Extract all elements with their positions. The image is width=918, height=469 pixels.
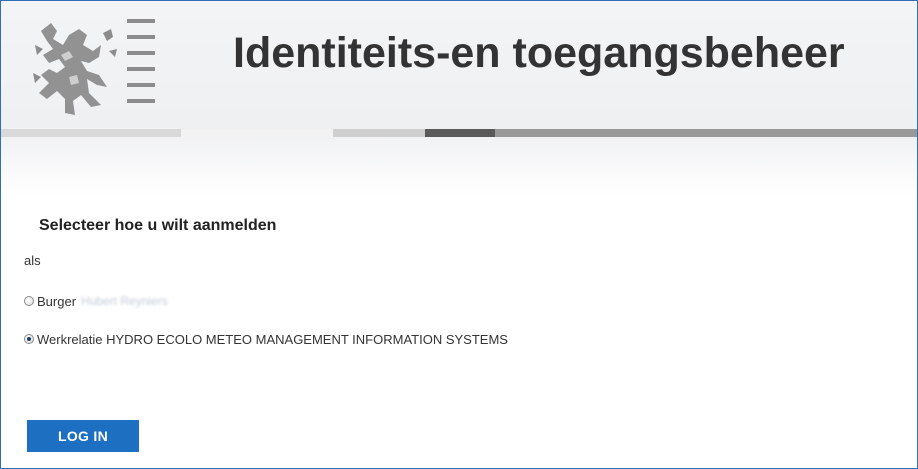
radio-label-werkrelatie: Werkrelatie HYDRO ECOLO METEO MANAGEMENT…: [37, 331, 508, 347]
radio-label-burger: Burger: [37, 293, 77, 309]
login-page: Identiteits-en toegangsbeheer Selecteer …: [0, 0, 918, 469]
form-heading: Selecteer hoe u wilt aanmelden: [39, 217, 277, 234]
radio-button-burger[interactable]: [24, 296, 34, 306]
radio-option-werkrelatie[interactable]: Werkrelatie HYDRO ECOLO METEO MANAGEMENT…: [24, 330, 508, 348]
redacted-user-name: Hubert Reyniers: [81, 294, 168, 308]
radio-option-burger[interactable]: Burger Hubert Reyniers: [24, 292, 168, 310]
login-form: Selecteer hoe u wilt aanmelden als Burge…: [1, 1, 917, 468]
login-button[interactable]: LOG IN: [27, 420, 139, 452]
radio-button-werkrelatie[interactable]: [24, 334, 34, 344]
as-label: als: [24, 253, 41, 268]
